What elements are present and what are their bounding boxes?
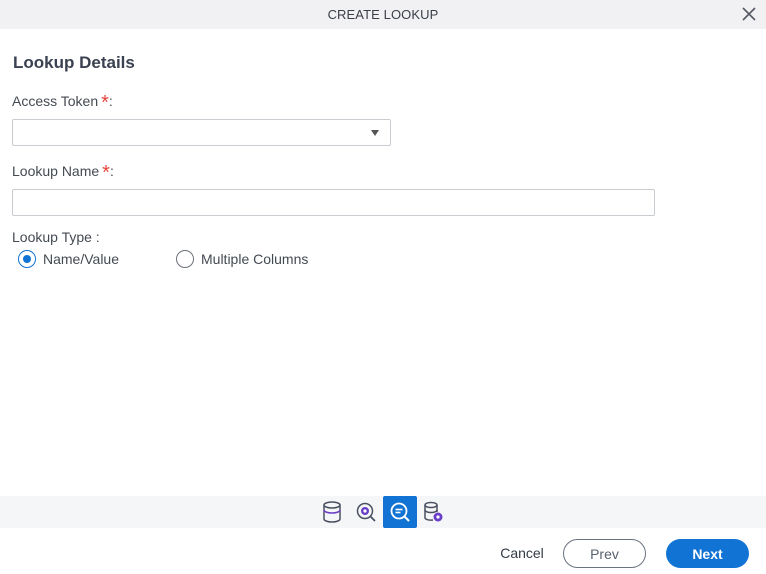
- lookup-name-label: Lookup Name *:: [12, 163, 114, 183]
- next-button[interactable]: Next: [666, 539, 749, 568]
- label-colon: :: [109, 163, 114, 179]
- lookup-type-label: Lookup Type :: [12, 229, 100, 245]
- database-settings-icon[interactable]: [417, 496, 451, 528]
- lookup-name-input[interactable]: [12, 189, 655, 216]
- database-icon[interactable]: [315, 496, 349, 528]
- access-token-label-text: Access Token: [12, 93, 99, 109]
- section-title: Lookup Details: [13, 53, 135, 72]
- search-settings-icon[interactable]: [349, 496, 383, 528]
- radio-label: Multiple Columns: [201, 251, 309, 267]
- required-mark: *: [102, 162, 110, 184]
- cancel-button[interactable]: Cancel: [494, 540, 550, 566]
- access-token-select[interactable]: [12, 119, 391, 146]
- radio-button-checked[interactable]: [18, 250, 36, 268]
- prev-button[interactable]: Prev: [563, 539, 646, 568]
- step-toolbar: [0, 496, 766, 528]
- search-list-icon[interactable]: [383, 496, 417, 528]
- radio-name-value[interactable]: Name/Value: [18, 250, 119, 268]
- access-token-label: Access Token *:: [12, 93, 113, 113]
- lookup-name-label-text: Lookup Name: [12, 163, 100, 179]
- label-colon: :: [108, 93, 113, 109]
- dialog-titlebar: CREATE LOOKUP: [0, 0, 766, 29]
- required-mark: *: [101, 92, 109, 114]
- dialog-title: CREATE LOOKUP: [327, 7, 439, 22]
- dropdown-arrow-icon: [371, 130, 379, 136]
- radio-button-unchecked[interactable]: [176, 250, 194, 268]
- radio-multiple-columns[interactable]: Multiple Columns: [176, 250, 308, 268]
- close-icon[interactable]: [740, 5, 758, 23]
- radio-label: Name/Value: [43, 251, 120, 267]
